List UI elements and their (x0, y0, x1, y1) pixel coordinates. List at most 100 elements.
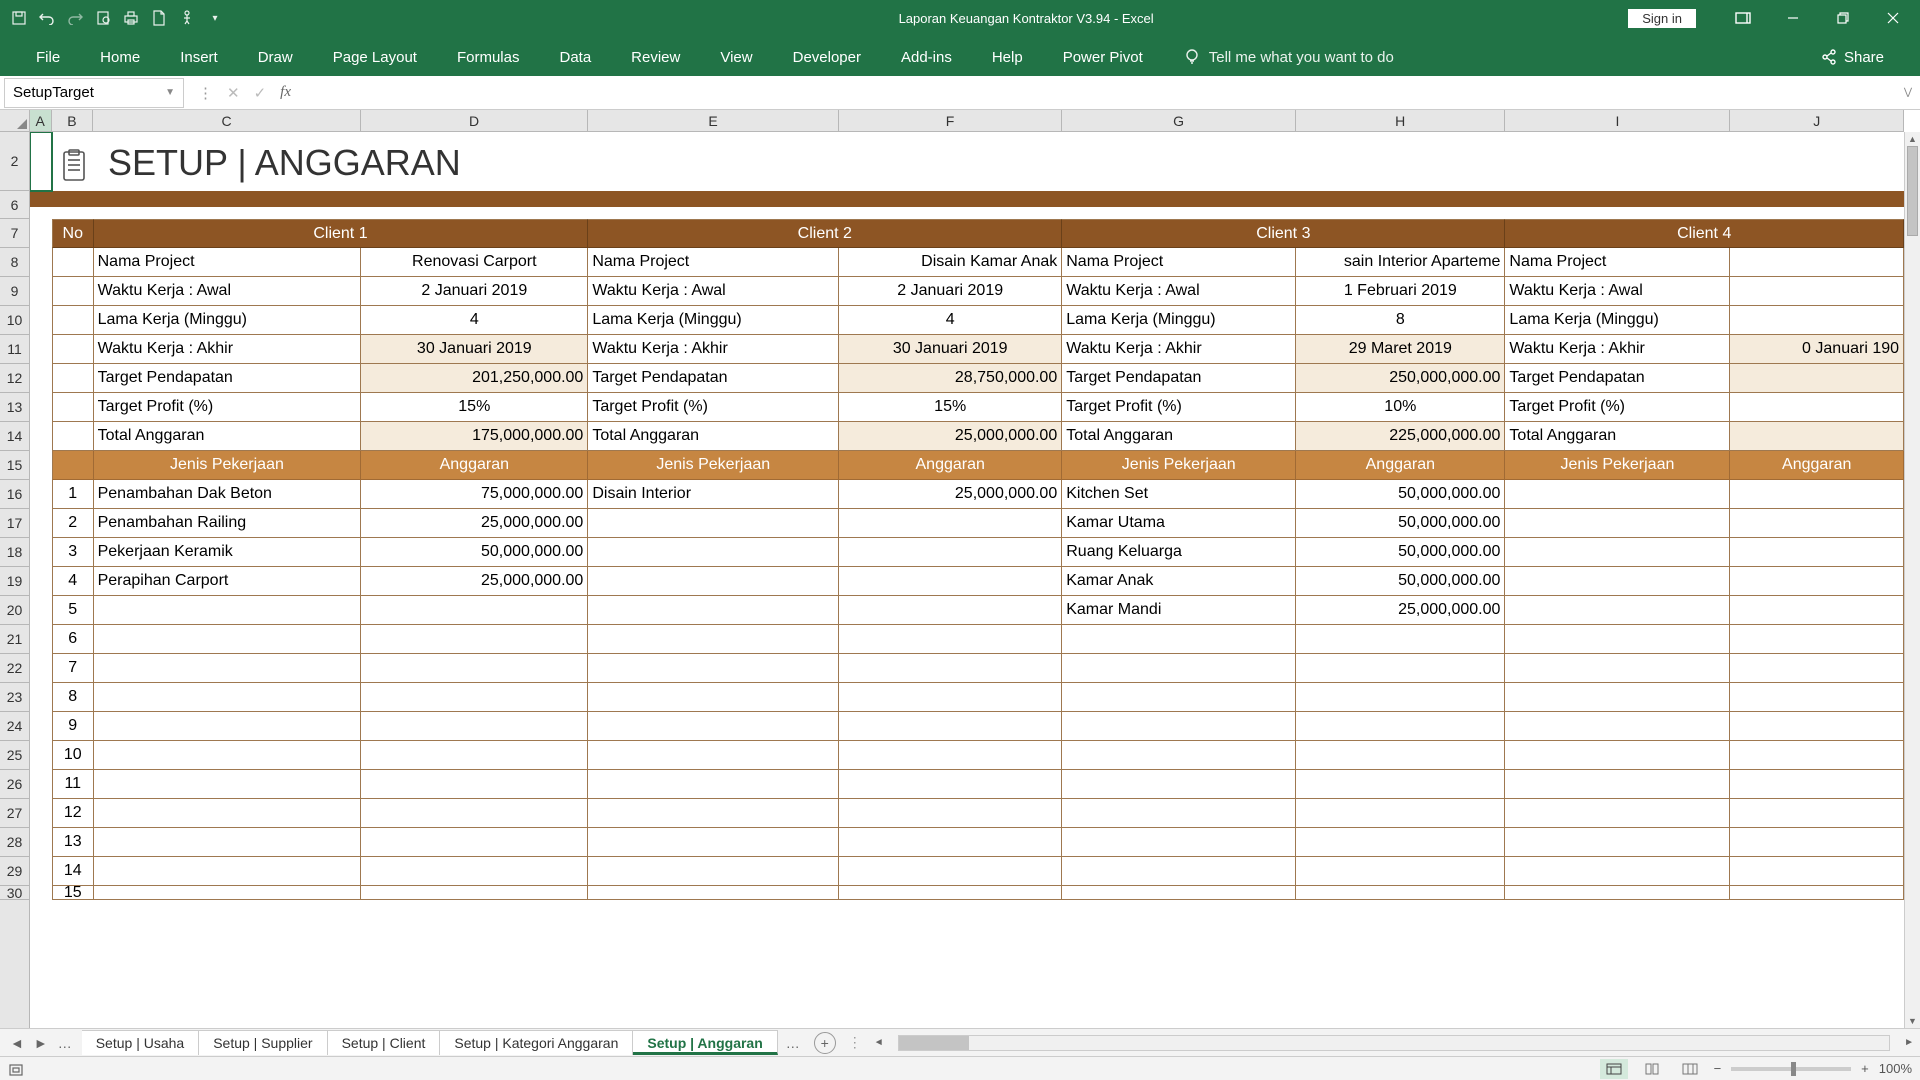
cell[interactable] (1505, 712, 1730, 741)
cell[interactable] (588, 538, 839, 567)
sheet-tab[interactable]: Setup | Kategori Anggaran (440, 1030, 633, 1055)
subheader-anggaran[interactable]: Anggaran (839, 451, 1062, 480)
formula-expand-icon[interactable]: ⋁ (1896, 87, 1920, 98)
cell[interactable] (1505, 770, 1730, 799)
zoom-in-button[interactable]: + (1861, 1061, 1869, 1076)
row-header[interactable]: 11 (0, 335, 29, 364)
cell[interactable] (839, 625, 1062, 654)
header-no[interactable]: No (52, 219, 94, 248)
cell[interactable] (94, 886, 362, 900)
view-page-layout-button[interactable] (1638, 1059, 1666, 1079)
cell[interactable]: Lama Kerja (Minggu) (94, 306, 362, 335)
cell[interactable]: Waktu Kerja : Akhir (1505, 335, 1730, 364)
cell[interactable]: Pekerjaan Keramik (94, 538, 362, 567)
print-icon[interactable] (122, 9, 140, 27)
view-page-break-button[interactable] (1676, 1059, 1704, 1079)
cell[interactable] (588, 741, 839, 770)
cell[interactable] (1730, 828, 1904, 857)
cell[interactable] (588, 596, 839, 625)
row-header[interactable]: 28 (0, 828, 29, 857)
minimize-button[interactable] (1770, 0, 1816, 36)
cell[interactable] (1062, 828, 1296, 857)
cell[interactable] (30, 596, 52, 625)
cell[interactable] (30, 654, 52, 683)
cell[interactable] (30, 741, 52, 770)
cell[interactable] (52, 306, 94, 335)
touch-mode-icon[interactable] (178, 9, 196, 27)
cell[interactable]: 12 (52, 799, 94, 828)
cell[interactable] (1296, 828, 1505, 857)
cell[interactable] (1505, 741, 1730, 770)
fx-icon[interactable]: fx (280, 84, 291, 101)
cell[interactable] (1296, 712, 1505, 741)
cell[interactable] (1505, 509, 1730, 538)
cell[interactable]: 250,000,000.00 (1296, 364, 1505, 393)
close-button[interactable] (1870, 0, 1916, 36)
signin-button[interactable]: Sign in (1628, 9, 1696, 28)
cell[interactable] (839, 886, 1062, 900)
cell[interactable]: Disain Interior (588, 480, 839, 509)
cell[interactable]: Ruang Keluarga (1062, 538, 1296, 567)
tab-developer[interactable]: Developer (773, 39, 881, 76)
cell[interactable] (1505, 857, 1730, 886)
cell[interactable] (1062, 712, 1296, 741)
row-header[interactable]: 27 (0, 799, 29, 828)
scroll-up-icon[interactable]: ▲ (1905, 132, 1920, 146)
tab-more-icon[interactable]: … (54, 1035, 76, 1051)
row-header[interactable]: 6 (0, 191, 29, 219)
cell[interactable]: Kitchen Set (1062, 480, 1296, 509)
cell[interactable] (1062, 683, 1296, 712)
maximize-button[interactable] (1820, 0, 1866, 36)
cell[interactable] (1730, 770, 1904, 799)
row-header[interactable]: 20 (0, 596, 29, 625)
row-header[interactable]: 14 (0, 422, 29, 451)
row-header[interactable]: 17 (0, 509, 29, 538)
row-header[interactable]: 25 (0, 741, 29, 770)
cell[interactable] (1062, 625, 1296, 654)
cell[interactable] (839, 799, 1062, 828)
cell[interactable] (1730, 364, 1904, 393)
cell[interactable] (30, 538, 52, 567)
cell[interactable]: 30 Januari 2019 (361, 335, 588, 364)
cell[interactable]: 15% (839, 393, 1062, 422)
cell[interactable]: 2 Januari 2019 (839, 277, 1062, 306)
cell[interactable] (1505, 828, 1730, 857)
cell[interactable] (30, 306, 52, 335)
sheet-tab-active[interactable]: Setup | Anggaran (633, 1030, 777, 1055)
row-header[interactable]: 10 (0, 306, 29, 335)
cell[interactable]: 75,000,000.00 (361, 480, 588, 509)
subheader-jenis[interactable]: Jenis Pekerjaan (94, 451, 362, 480)
cell[interactable] (1296, 886, 1505, 900)
cell[interactable] (52, 422, 94, 451)
cell[interactable] (52, 335, 94, 364)
subheader-anggaran[interactable]: Anggaran (1730, 451, 1904, 480)
cell[interactable]: 50,000,000.00 (1296, 567, 1505, 596)
cell[interactable]: sain Interior Aparteme (1296, 248, 1505, 277)
col-header-c[interactable]: C (93, 110, 361, 131)
subheader-anggaran[interactable]: Anggaran (361, 451, 588, 480)
cell[interactable] (839, 538, 1062, 567)
cell[interactable] (361, 625, 588, 654)
cell[interactable]: 30 Januari 2019 (839, 335, 1062, 364)
cell[interactable] (30, 509, 52, 538)
row-header[interactable]: 26 (0, 770, 29, 799)
cell[interactable] (94, 683, 362, 712)
enter-icon[interactable]: ✓ (254, 84, 267, 102)
cell[interactable]: Disain Kamar Anak (839, 248, 1062, 277)
tab-formulas[interactable]: Formulas (437, 39, 540, 76)
cell[interactable] (1730, 799, 1904, 828)
col-header-h[interactable]: H (1296, 110, 1505, 131)
cell[interactable]: Target Pendapatan (588, 364, 839, 393)
cell[interactable]: Target Pendapatan (1505, 364, 1730, 393)
cell[interactable]: 13 (52, 828, 94, 857)
cell[interactable]: 25,000,000.00 (839, 480, 1062, 509)
cell[interactable]: Target Profit (%) (94, 393, 362, 422)
active-cell[interactable] (30, 132, 52, 191)
cell[interactable] (839, 509, 1062, 538)
col-header-a[interactable]: A (30, 110, 52, 131)
cell[interactable] (30, 393, 52, 422)
cell[interactable] (588, 625, 839, 654)
hscroll-left-icon[interactable]: ◄ (874, 1037, 884, 1048)
cell[interactable]: 6 (52, 625, 94, 654)
cell[interactable] (839, 654, 1062, 683)
